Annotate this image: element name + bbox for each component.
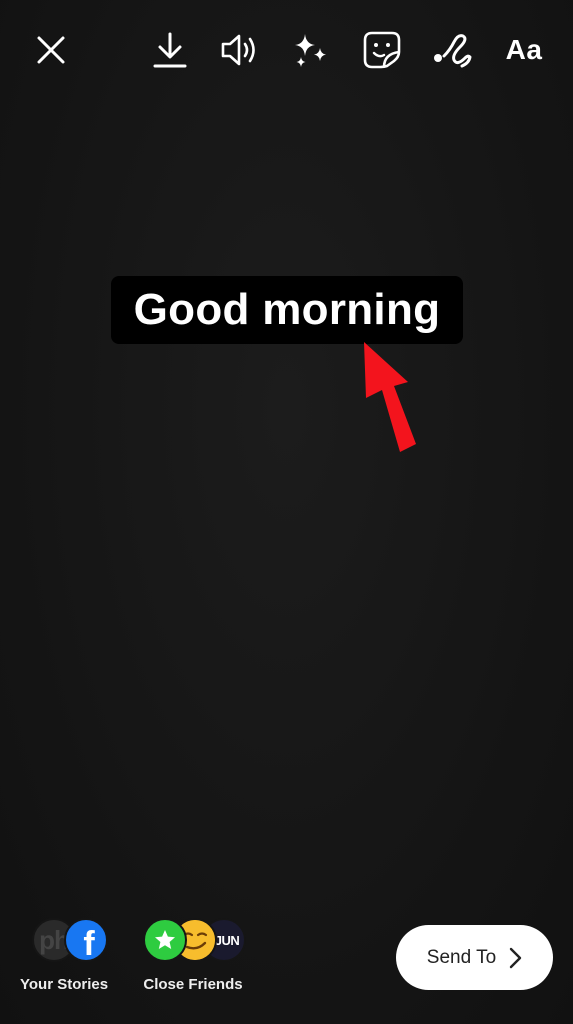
your-stories-avatars: ph f [20,918,109,964]
draw-button[interactable] [429,26,477,74]
facebook-icon: f [64,918,109,962]
text-tool-button[interactable]: Aa [500,26,548,74]
close-friends-label: Close Friends [143,976,243,993]
sticker-icon [363,31,401,69]
facebook-letter: f [83,924,95,962]
text-sticker-content: Good morning [133,285,441,334]
your-stories-label: Your Stories [20,976,109,993]
chevron-right-icon [509,947,522,968]
close-friends-star-icon [143,918,187,962]
close-icon [37,36,65,64]
story-editor-canvas[interactable]: Aa Good morning ph f Your Stories JUN Cl… [0,0,573,1024]
your-stories-button[interactable]: ph f Your Stories [20,918,108,993]
red-annotation-arrow-icon [364,342,416,452]
download-button[interactable] [146,26,194,74]
story-toolbar: Aa [0,0,573,100]
close-button[interactable] [27,26,75,74]
avatar-jun-text: JUN [214,932,240,948]
sound-icon [221,34,255,66]
text-sticker[interactable]: Good morning [111,276,463,344]
download-icon [153,32,187,68]
sparkles-icon [295,34,326,67]
sound-button[interactable] [216,26,264,74]
effects-button[interactable] [287,26,335,74]
send-to-button[interactable]: Send To [396,925,553,990]
close-friends-avatars: JUN [140,918,246,964]
squiggle-draw-icon [434,34,472,68]
send-to-label: Send To [426,946,497,968]
sticker-button[interactable] [358,26,406,74]
close-friends-button[interactable]: JUN Close Friends [140,918,246,993]
star-icon [155,930,175,949]
text-tool-label: Aa [505,34,543,65]
